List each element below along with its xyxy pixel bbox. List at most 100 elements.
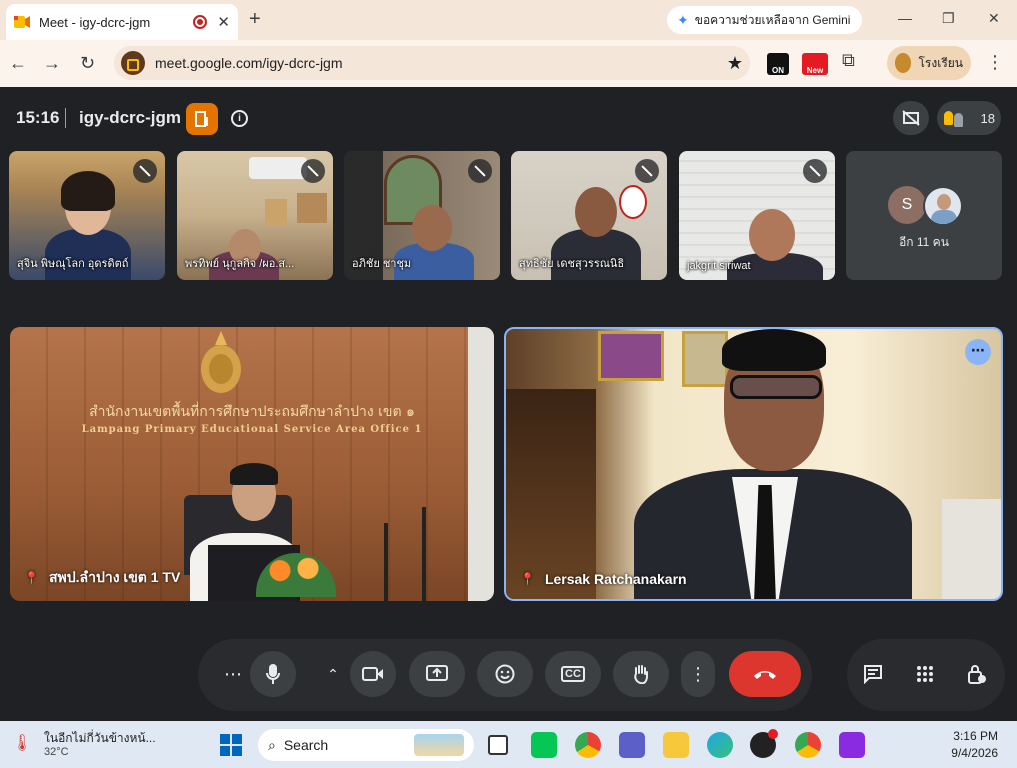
profile-button[interactable]: โรงเรียน [887, 46, 971, 80]
microphone-button[interactable] [250, 651, 296, 697]
tab-close-icon[interactable]: ✕ [217, 13, 230, 31]
new-tab-button[interactable]: + [249, 8, 261, 31]
windows-taskbar: 🌡 ในอีกไม่กี่วันข้างหน้... 32°C ⌕ Search… [0, 721, 1017, 768]
teams-icon[interactable] [619, 732, 645, 758]
profile-avatar [895, 53, 912, 73]
profile-label: โรงเรียน [918, 55, 963, 70]
gemini-label: ขอความช่วยเหลือจาก Gemini [694, 12, 851, 27]
meet-favicon-icon [14, 16, 30, 28]
pin-icon: 📍 [520, 572, 535, 586]
search-icon: ⌕ [268, 736, 276, 753]
more-participants-label: อีก 11 คน [899, 235, 949, 249]
apps-grid-icon [917, 666, 933, 682]
participant-name-text: Lersak Ratchanakarn [544, 571, 687, 587]
header-divider [65, 108, 66, 128]
browser-tab-bar: Meet - igy-dcrc-jgm ✕ + ✦ ขอความช่วยเหลื… [0, 0, 1017, 40]
participant-name: สุจิน พิษณุโลก อุดรดิตถ์ [17, 258, 129, 270]
pdf-app-icon[interactable] [839, 732, 865, 758]
file-explorer-icon[interactable] [663, 732, 689, 758]
chrome-icon[interactable] [575, 732, 601, 758]
extensions-puzzle-icon[interactable]: ⧉ [842, 50, 855, 71]
captions-icon: CC [561, 666, 585, 682]
raise-hand-icon [634, 665, 648, 684]
chrome-profile-icon[interactable] [795, 732, 821, 758]
meeting-info-icon[interactable]: i [231, 110, 248, 127]
host-controls-button[interactable] [954, 651, 1000, 697]
office-sign-thai: สำนักงานเขตพื้นที่การศึกษาประถมศึกษาลำปา… [89, 404, 415, 420]
reactions-button[interactable] [477, 651, 533, 697]
video-person-head [575, 187, 617, 237]
weather-temperature: 32°C [44, 746, 69, 758]
pin-icon: 📍 [24, 571, 39, 585]
tiles-off-icon [902, 110, 920, 126]
muted-mic-icon [635, 159, 659, 183]
line-app-icon[interactable] [531, 732, 557, 758]
participant-name: พรทิพย์ นุกูลกิจ /ผอ.ส... [185, 258, 295, 270]
tray-date[interactable]: 9/4/2026 [940, 746, 998, 760]
video-emblem [619, 185, 647, 219]
muted-mic-icon [468, 159, 492, 183]
office-sign-english: Lampang Primary Educational Service Area… [81, 424, 423, 435]
edge-icon[interactable] [707, 732, 733, 758]
chat-button[interactable] [850, 651, 896, 697]
participant-name-text: สพป.ลำปาง เขต 1 TV [48, 569, 181, 585]
video-wall-edge [468, 327, 494, 601]
bookmark-star-icon[interactable]: ★ [727, 53, 743, 74]
camera-button[interactable] [350, 651, 396, 697]
browser-toolbar: ← → ↻ meet.google.com/igy-dcrc-jgm ★ ON … [0, 40, 1017, 87]
emoji-icon [495, 664, 515, 684]
hide-tiles-button[interactable] [893, 101, 929, 135]
more-options-button[interactable]: ⋮ [681, 651, 715, 697]
chat-icon [864, 665, 882, 684]
camera-icon [362, 667, 383, 681]
captions-button[interactable]: CC [545, 651, 601, 697]
participant-tile[interactable]: สุทธิชัย เดชสุวรรณนิธิ [511, 151, 667, 280]
reload-icon[interactable]: ↻ [80, 53, 95, 74]
back-arrow-icon[interactable]: ← [9, 53, 27, 74]
host-management-icon[interactable] [186, 103, 218, 135]
muted-mic-icon [803, 159, 827, 183]
people-button[interactable]: 18 [937, 101, 1001, 135]
address-bar[interactable]: meet.google.com/igy-dcrc-jgm ★ [114, 46, 750, 80]
video-microphone [384, 523, 388, 601]
raise-hand-button[interactable] [613, 651, 669, 697]
participant-name: 📍 สพป.ลำปาง เขต 1 TV [24, 567, 180, 589]
tile-options-button[interactable]: ⋯ [965, 339, 991, 365]
tab-title: Meet - igy-dcrc-jgm [39, 14, 151, 30]
task-view-icon[interactable] [488, 735, 508, 755]
participant-count: 18 [980, 110, 995, 126]
taskbar-search-box[interactable]: ⌕ Search [258, 729, 474, 761]
host-lock-icon [968, 665, 986, 684]
site-info-icon[interactable] [121, 51, 145, 75]
extension-new-icon[interactable]: New [802, 53, 828, 75]
minimize-button[interactable]: — [898, 10, 912, 26]
muted-mic-icon [133, 159, 157, 183]
video-side-table [942, 499, 1001, 599]
office-emblem-icon [201, 331, 241, 393]
browser-tab-meet[interactable]: Meet - igy-dcrc-jgm ✕ [6, 4, 238, 40]
gemini-button[interactable]: ✦ ขอความช่วยเหลือจาก Gemini [667, 6, 862, 34]
leave-call-button[interactable] [729, 651, 801, 697]
main-video-tile-active-speaker[interactable]: ⋯ 📍 Lersak Ratchanakarn [504, 327, 1003, 601]
present-screen-button[interactable] [409, 651, 465, 697]
main-video-tile[interactable]: สำนักงานเขตพื้นที่การศึกษาประถมศึกษาลำปา… [10, 327, 494, 601]
more-participants-tile[interactable]: S อีก 11 คน [846, 151, 1002, 280]
participant-tile[interactable]: สุจิน พิษณุโลก อุดรดิตถ์ [9, 151, 165, 280]
recording-icon [193, 15, 208, 29]
tray-clock[interactable]: 3:16 PM [940, 729, 998, 743]
video-person-hair [722, 329, 826, 371]
start-windows-icon[interactable] [220, 734, 242, 756]
participant-tile[interactable]: พรทิพย์ นุกูลกิจ /ผอ.ส... [177, 151, 333, 280]
close-window-button[interactable]: ✕ [988, 10, 1000, 27]
activities-button[interactable] [902, 651, 948, 697]
browser-menu-icon[interactable]: ⋮ [986, 52, 1004, 73]
forward-arrow-icon[interactable]: → [43, 53, 61, 74]
restore-button[interactable]: ❐ [942, 10, 955, 27]
video-air-conditioner [249, 157, 307, 179]
participant-name: อภิชัย ชาชุม [352, 258, 412, 270]
extension-on-icon[interactable]: ON [767, 53, 789, 75]
participant-tile[interactable]: jakgrit siriwat [679, 151, 835, 280]
participant-tile[interactable]: อภิชัย ชาชุม [344, 151, 500, 280]
gemini-star-icon: ✦ [677, 11, 689, 28]
thermometer-icon: 🌡 [12, 735, 33, 752]
